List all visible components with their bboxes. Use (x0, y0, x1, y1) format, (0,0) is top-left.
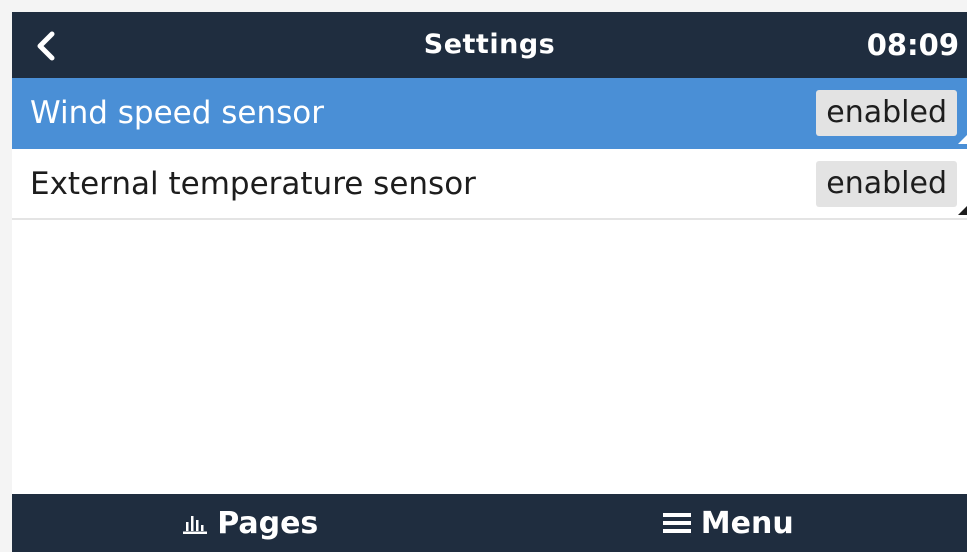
edit-corner-icon (958, 135, 967, 144)
page-title: Settings (423, 29, 556, 60)
menu-button[interactable]: Menu (490, 494, 967, 552)
menu-label: Menu (700, 505, 794, 541)
status-badge: enabled (816, 160, 957, 207)
list-item-external-temperature-sensor[interactable]: External temperature sensor enabled (12, 149, 967, 220)
chevron-left-icon (37, 31, 55, 61)
list-item-wind-speed-sensor[interactable]: Wind speed sensor enabled (12, 78, 967, 149)
footer-bar: Pages Menu (12, 494, 967, 552)
hamburger-icon (662, 512, 691, 534)
settings-screen: Settings 08:09 Wind speed sensor enabled… (12, 12, 967, 552)
status-badge: enabled (816, 89, 957, 136)
header-bar: Settings 08:09 (12, 12, 967, 78)
pages-label: Pages (217, 505, 319, 541)
list-item-label: External temperature sensor (30, 165, 476, 202)
settings-list: Wind speed sensor enabled External tempe… (12, 78, 967, 220)
bar-chart-icon (183, 512, 208, 534)
back-button[interactable] (26, 26, 66, 66)
clock: 08:09 (866, 28, 959, 62)
pages-button[interactable]: Pages (12, 494, 490, 552)
edit-corner-icon (958, 206, 967, 215)
list-item-label: Wind speed sensor (30, 94, 325, 131)
